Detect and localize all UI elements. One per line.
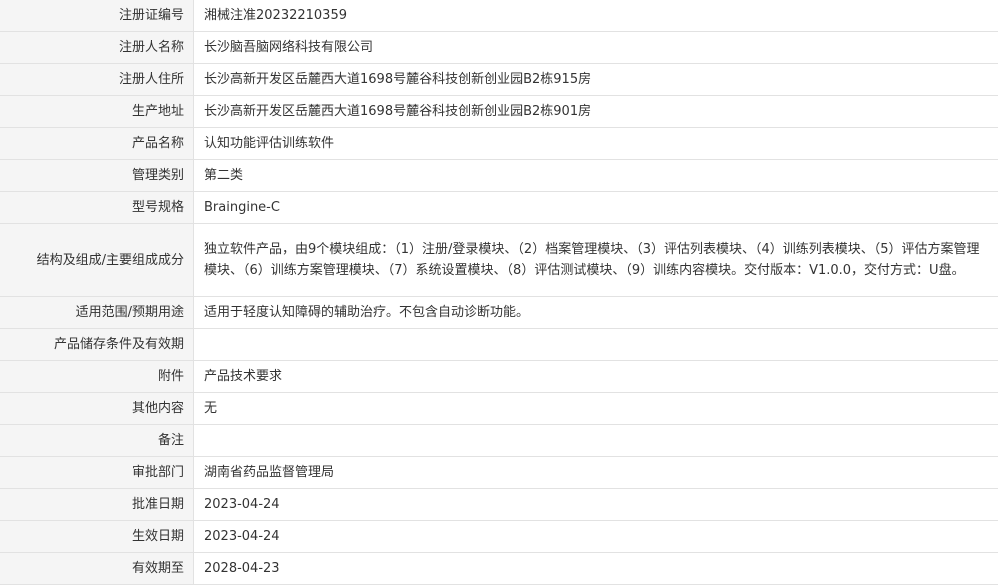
row-effective-date: 生效日期 2023-04-24 <box>0 520 998 553</box>
row-registrant-address: 注册人住所 长沙高新开发区岳麓西大道1698号麓谷科技创新创业园B2栋915房 <box>0 63 998 96</box>
row-intended-use: 适用范围/预期用途 适用于轻度认知障碍的辅助治疗。不包含自动诊断功能。 <box>0 296 998 329</box>
field-label: 注册人名称 <box>0 31 194 64</box>
row-registrant-name: 注册人名称 长沙脑吾脑网络科技有限公司 <box>0 31 998 64</box>
row-model-spec: 型号规格 Braingine-C <box>0 191 998 224</box>
field-label: 批准日期 <box>0 488 194 521</box>
row-production-address: 生产地址 长沙高新开发区岳麓西大道1698号麓谷科技创新创业园B2栋901房 <box>0 95 998 128</box>
field-label: 其他内容 <box>0 392 194 425</box>
field-value: 长沙高新开发区岳麓西大道1698号麓谷科技创新创业园B2栋915房 <box>193 63 998 96</box>
row-product-name: 产品名称 认知功能评估训练软件 <box>0 127 998 160</box>
field-value: 认知功能评估训练软件 <box>193 127 998 160</box>
row-storage-validity: 产品储存条件及有效期 <box>0 328 998 361</box>
field-value: 独立软件产品，由9个模块组成：（1）注册/登录模块、（2）档案管理模块、（3）评… <box>193 223 998 297</box>
field-value: 无 <box>193 392 998 425</box>
field-value: 长沙脑吾脑网络科技有限公司 <box>193 31 998 64</box>
field-value: 2028-04-23 <box>193 552 998 585</box>
field-label: 产品名称 <box>0 127 194 160</box>
registration-detail-table: 注册证编号 湘械注准20232210359 注册人名称 长沙脑吾脑网络科技有限公… <box>0 0 998 585</box>
row-approval-department: 审批部门 湖南省药品监督管理局 <box>0 456 998 489</box>
field-value: 长沙高新开发区岳麓西大道1698号麓谷科技创新创业园B2栋901房 <box>193 95 998 128</box>
field-label: 附件 <box>0 360 194 393</box>
field-label: 注册证编号 <box>0 0 194 32</box>
field-value: 2023-04-24 <box>193 488 998 521</box>
field-label: 生效日期 <box>0 520 194 553</box>
row-attachment: 附件 产品技术要求 <box>0 360 998 393</box>
field-value: 适用于轻度认知障碍的辅助治疗。不包含自动诊断功能。 <box>193 296 998 329</box>
field-label: 结构及组成/主要组成成分 <box>0 223 194 297</box>
field-label: 审批部门 <box>0 456 194 489</box>
row-remarks: 备注 <box>0 424 998 457</box>
field-value: Braingine-C <box>193 191 998 224</box>
field-label: 注册人住所 <box>0 63 194 96</box>
row-structure-composition: 结构及组成/主要组成成分 独立软件产品，由9个模块组成：（1）注册/登录模块、（… <box>0 223 998 297</box>
field-value <box>193 424 998 457</box>
field-value: 产品技术要求 <box>193 360 998 393</box>
field-label: 备注 <box>0 424 194 457</box>
field-label: 管理类别 <box>0 159 194 192</box>
row-approval-date: 批准日期 2023-04-24 <box>0 488 998 521</box>
field-value: 湖南省药品监督管理局 <box>193 456 998 489</box>
row-registration-number: 注册证编号 湘械注准20232210359 <box>0 0 998 32</box>
field-label: 适用范围/预期用途 <box>0 296 194 329</box>
field-value <box>193 328 998 361</box>
field-value: 2023-04-24 <box>193 520 998 553</box>
row-valid-until: 有效期至 2028-04-23 <box>0 552 998 585</box>
field-label: 产品储存条件及有效期 <box>0 328 194 361</box>
field-label: 生产地址 <box>0 95 194 128</box>
row-management-category: 管理类别 第二类 <box>0 159 998 192</box>
field-value: 第二类 <box>193 159 998 192</box>
row-other-content: 其他内容 无 <box>0 392 998 425</box>
field-value: 湘械注准20232210359 <box>193 0 998 32</box>
field-label: 型号规格 <box>0 191 194 224</box>
field-label: 有效期至 <box>0 552 194 585</box>
